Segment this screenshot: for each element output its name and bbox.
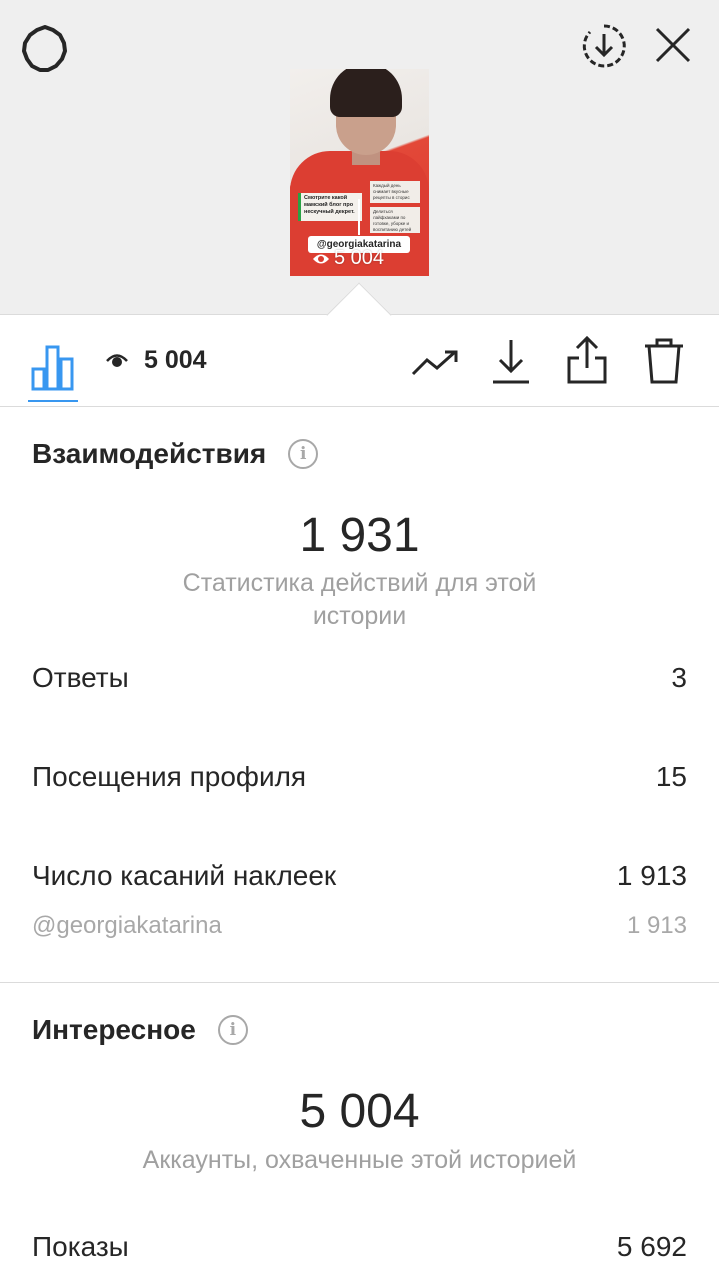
download-circle-icon[interactable] [578, 20, 630, 72]
info-icon[interactable]: i [217, 1015, 248, 1045]
stat-row-impressions: Показы 5 692 [32, 1231, 687, 1263]
insights-tab[interactable] [28, 334, 78, 402]
story-text-card-right-1: Каждый день снимает вкусные рецепты в ст… [370, 181, 420, 203]
stat-value: 1 913 [616, 860, 687, 891]
stat-row-replies: Ответы 3 [32, 662, 687, 694]
gear-icon[interactable] [18, 22, 72, 76]
close-icon[interactable] [650, 22, 696, 68]
story-views-overlay: 5 004 [312, 247, 384, 270]
story-arrow [358, 199, 360, 235]
discovery-caption: Аккаунты, охваченные этой историей [142, 1146, 577, 1174]
discovery-total: 5 004 [299, 1085, 420, 1138]
info-icon[interactable]: i [288, 439, 319, 469]
trend-icon[interactable] [410, 338, 460, 388]
views-tab[interactable]: 5 004 [106, 340, 207, 380]
story-views-count: 5 004 [334, 247, 385, 269]
interactions-title: Взаимодействия [32, 438, 267, 469]
stat-value: 5 692 [616, 1231, 687, 1262]
stat-subrow-mention: @georgiakatarina 1 913 [32, 912, 687, 940]
discovery-title: Интересное [32, 1014, 196, 1045]
eye-icon [313, 254, 329, 263]
stat-label: Посещения профиля [32, 761, 307, 792]
stat-value: 15 [655, 761, 687, 792]
story-thumbnail[interactable]: Смотрите какой мамский блог про нескучны… [290, 69, 429, 276]
views-count: 5 004 [144, 345, 207, 374]
bar-chart-icon [31, 345, 74, 391]
story-text-card-right-2: Делиться лайфхаками по готовке, уборке и… [370, 207, 420, 233]
stat-sub-value: 1 913 [626, 912, 687, 939]
interactions-total: 1 931 [299, 509, 420, 562]
stat-label: Показы [32, 1231, 129, 1262]
trash-icon[interactable] [640, 334, 688, 388]
stat-label: Ответы [32, 662, 129, 693]
eye-icon [106, 354, 128, 367]
interactions-caption: Статистика действий для этой истории [182, 569, 537, 630]
discovery-header: Интересное i [32, 1014, 248, 1046]
story-text-card: Смотрите какой мамский блог про нескучны… [298, 193, 362, 221]
stat-value: 3 [671, 662, 687, 693]
stat-row-sticker-taps: Число касаний наклеек 1 913 [32, 860, 687, 892]
share-icon[interactable] [562, 332, 612, 388]
section-divider [0, 982, 719, 983]
insights-toolbar: 5 004 [0, 314, 719, 407]
stat-label: Число касаний наклеек [32, 860, 337, 891]
download-icon[interactable] [488, 334, 534, 388]
stat-sub-label: @georgiakatarina [32, 912, 222, 939]
interactions-header: Взаимодействия i [32, 438, 319, 470]
story-person-hair [330, 69, 402, 117]
stat-row-profile-visits: Посещения профиля 15 [32, 761, 687, 793]
